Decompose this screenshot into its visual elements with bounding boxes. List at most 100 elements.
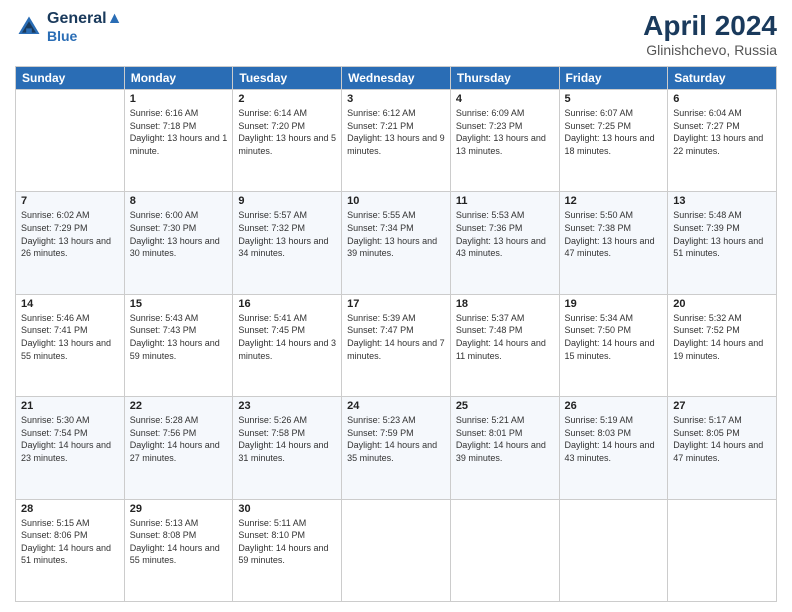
weekday-header-tuesday: Tuesday (233, 67, 342, 90)
day-info: Sunrise: 5:13 AMSunset: 8:08 PMDaylight:… (130, 517, 228, 567)
calendar-cell: 9 Sunrise: 5:57 AMSunset: 7:32 PMDayligh… (233, 192, 342, 294)
day-info: Sunrise: 5:21 AMSunset: 8:01 PMDaylight:… (456, 414, 554, 464)
calendar-cell: 29 Sunrise: 5:13 AMSunset: 8:08 PMDaylig… (124, 499, 233, 601)
day-number: 23 (238, 400, 336, 412)
calendar-cell: 4 Sunrise: 6:09 AMSunset: 7:23 PMDayligh… (450, 90, 559, 192)
day-number: 7 (21, 195, 119, 207)
day-number: 27 (673, 400, 771, 412)
logo: General▲ Blue (15, 10, 122, 44)
calendar-cell: 17 Sunrise: 5:39 AMSunset: 7:47 PMDaylig… (342, 294, 451, 396)
calendar-cell: 7 Sunrise: 6:02 AMSunset: 7:29 PMDayligh… (16, 192, 125, 294)
calendar-cell (559, 499, 668, 601)
day-info: Sunrise: 5:11 AMSunset: 8:10 PMDaylight:… (238, 517, 336, 567)
day-info: Sunrise: 6:04 AMSunset: 7:27 PMDaylight:… (673, 107, 771, 157)
day-number: 9 (238, 195, 336, 207)
day-number: 12 (565, 195, 663, 207)
day-number: 18 (456, 298, 554, 310)
calendar: SundayMondayTuesdayWednesdayThursdayFrid… (15, 66, 777, 602)
logo-icon (15, 13, 43, 41)
calendar-cell: 22 Sunrise: 5:28 AMSunset: 7:56 PMDaylig… (124, 397, 233, 499)
weekday-header-monday: Monday (124, 67, 233, 90)
day-info: Sunrise: 5:55 AMSunset: 7:34 PMDaylight:… (347, 209, 445, 259)
calendar-cell: 25 Sunrise: 5:21 AMSunset: 8:01 PMDaylig… (450, 397, 559, 499)
day-number: 24 (347, 400, 445, 412)
weekday-header-saturday: Saturday (668, 67, 777, 90)
day-number: 30 (238, 503, 336, 515)
day-info: Sunrise: 5:39 AMSunset: 7:47 PMDaylight:… (347, 312, 445, 362)
day-number: 21 (21, 400, 119, 412)
day-number: 8 (130, 195, 228, 207)
month-year: April 2024 (643, 10, 777, 42)
day-info: Sunrise: 5:53 AMSunset: 7:36 PMDaylight:… (456, 209, 554, 259)
calendar-week-3: 21 Sunrise: 5:30 AMSunset: 7:54 PMDaylig… (16, 397, 777, 499)
day-info: Sunrise: 5:34 AMSunset: 7:50 PMDaylight:… (565, 312, 663, 362)
calendar-cell: 24 Sunrise: 5:23 AMSunset: 7:59 PMDaylig… (342, 397, 451, 499)
day-number: 11 (456, 195, 554, 207)
day-info: Sunrise: 6:09 AMSunset: 7:23 PMDaylight:… (456, 107, 554, 157)
calendar-week-0: 1 Sunrise: 6:16 AMSunset: 7:18 PMDayligh… (16, 90, 777, 192)
title-block: April 2024 Glinishchevo, Russia (643, 10, 777, 58)
day-number: 28 (21, 503, 119, 515)
calendar-cell: 6 Sunrise: 6:04 AMSunset: 7:27 PMDayligh… (668, 90, 777, 192)
day-number: 1 (130, 93, 228, 105)
day-info: Sunrise: 5:30 AMSunset: 7:54 PMDaylight:… (21, 414, 119, 464)
calendar-cell: 3 Sunrise: 6:12 AMSunset: 7:21 PMDayligh… (342, 90, 451, 192)
day-number: 25 (456, 400, 554, 412)
day-info: Sunrise: 5:15 AMSunset: 8:06 PMDaylight:… (21, 517, 119, 567)
day-number: 16 (238, 298, 336, 310)
day-number: 19 (565, 298, 663, 310)
day-info: Sunrise: 5:48 AMSunset: 7:39 PMDaylight:… (673, 209, 771, 259)
calendar-cell (668, 499, 777, 601)
calendar-cell: 19 Sunrise: 5:34 AMSunset: 7:50 PMDaylig… (559, 294, 668, 396)
calendar-cell (450, 499, 559, 601)
logo-text: General▲ Blue (47, 10, 122, 44)
day-number: 5 (565, 93, 663, 105)
day-number: 22 (130, 400, 228, 412)
day-info: Sunrise: 5:19 AMSunset: 8:03 PMDaylight:… (565, 414, 663, 464)
calendar-cell: 28 Sunrise: 5:15 AMSunset: 8:06 PMDaylig… (16, 499, 125, 601)
calendar-week-1: 7 Sunrise: 6:02 AMSunset: 7:29 PMDayligh… (16, 192, 777, 294)
day-info: Sunrise: 6:00 AMSunset: 7:30 PMDaylight:… (130, 209, 228, 259)
calendar-cell: 27 Sunrise: 5:17 AMSunset: 8:05 PMDaylig… (668, 397, 777, 499)
location: Glinishchevo, Russia (643, 42, 777, 58)
header: General▲ Blue April 2024 Glinishchevo, R… (15, 10, 777, 58)
day-info: Sunrise: 5:57 AMSunset: 7:32 PMDaylight:… (238, 209, 336, 259)
calendar-week-4: 28 Sunrise: 5:15 AMSunset: 8:06 PMDaylig… (16, 499, 777, 601)
day-info: Sunrise: 5:23 AMSunset: 7:59 PMDaylight:… (347, 414, 445, 464)
day-info: Sunrise: 6:07 AMSunset: 7:25 PMDaylight:… (565, 107, 663, 157)
day-info: Sunrise: 5:26 AMSunset: 7:58 PMDaylight:… (238, 414, 336, 464)
day-info: Sunrise: 5:50 AMSunset: 7:38 PMDaylight:… (565, 209, 663, 259)
calendar-cell: 14 Sunrise: 5:46 AMSunset: 7:41 PMDaylig… (16, 294, 125, 396)
day-number: 4 (456, 93, 554, 105)
calendar-cell: 13 Sunrise: 5:48 AMSunset: 7:39 PMDaylig… (668, 192, 777, 294)
day-info: Sunrise: 5:46 AMSunset: 7:41 PMDaylight:… (21, 312, 119, 362)
calendar-cell: 16 Sunrise: 5:41 AMSunset: 7:45 PMDaylig… (233, 294, 342, 396)
calendar-cell: 23 Sunrise: 5:26 AMSunset: 7:58 PMDaylig… (233, 397, 342, 499)
calendar-cell: 12 Sunrise: 5:50 AMSunset: 7:38 PMDaylig… (559, 192, 668, 294)
day-number: 20 (673, 298, 771, 310)
day-info: Sunrise: 5:37 AMSunset: 7:48 PMDaylight:… (456, 312, 554, 362)
day-info: Sunrise: 6:12 AMSunset: 7:21 PMDaylight:… (347, 107, 445, 157)
day-number: 29 (130, 503, 228, 515)
calendar-cell: 8 Sunrise: 6:00 AMSunset: 7:30 PMDayligh… (124, 192, 233, 294)
calendar-cell: 11 Sunrise: 5:53 AMSunset: 7:36 PMDaylig… (450, 192, 559, 294)
calendar-cell: 10 Sunrise: 5:55 AMSunset: 7:34 PMDaylig… (342, 192, 451, 294)
calendar-cell: 15 Sunrise: 5:43 AMSunset: 7:43 PMDaylig… (124, 294, 233, 396)
day-info: Sunrise: 6:14 AMSunset: 7:20 PMDaylight:… (238, 107, 336, 157)
calendar-cell: 2 Sunrise: 6:14 AMSunset: 7:20 PMDayligh… (233, 90, 342, 192)
day-number: 17 (347, 298, 445, 310)
page: General▲ Blue April 2024 Glinishchevo, R… (0, 0, 792, 612)
day-number: 14 (21, 298, 119, 310)
calendar-cell (342, 499, 451, 601)
calendar-cell: 30 Sunrise: 5:11 AMSunset: 8:10 PMDaylig… (233, 499, 342, 601)
calendar-cell: 1 Sunrise: 6:16 AMSunset: 7:18 PMDayligh… (124, 90, 233, 192)
day-number: 3 (347, 93, 445, 105)
weekday-header-thursday: Thursday (450, 67, 559, 90)
day-info: Sunrise: 5:41 AMSunset: 7:45 PMDaylight:… (238, 312, 336, 362)
day-info: Sunrise: 5:43 AMSunset: 7:43 PMDaylight:… (130, 312, 228, 362)
calendar-cell (16, 90, 125, 192)
day-number: 26 (565, 400, 663, 412)
day-number: 2 (238, 93, 336, 105)
calendar-header-row: SundayMondayTuesdayWednesdayThursdayFrid… (16, 67, 777, 90)
day-info: Sunrise: 6:16 AMSunset: 7:18 PMDaylight:… (130, 107, 228, 157)
